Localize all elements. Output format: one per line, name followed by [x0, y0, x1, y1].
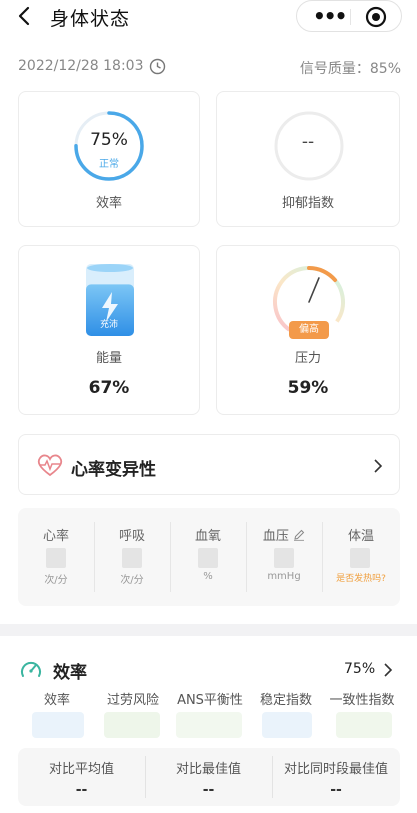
pressure-value: 59% — [287, 378, 329, 398]
blurred-value — [262, 712, 312, 738]
vital-name: 血压 — [246, 525, 322, 544]
section-divider — [0, 624, 417, 636]
compare-value: -- — [202, 782, 215, 798]
comparison-panel: 对比平均值 -- 对比最佳值 -- 对比同时段最佳值 -- — [18, 748, 400, 806]
blurred-value — [274, 548, 294, 568]
depression-card[interactable]: -- 抑郁指数 — [216, 91, 400, 227]
hrv-row[interactable]: 心率变异性 — [18, 434, 400, 495]
chevron-right-icon[interactable] — [372, 459, 384, 473]
energy-value: 67% — [88, 378, 130, 398]
page-title: 身体状态 — [50, 8, 131, 30]
capsule-divider — [350, 9, 351, 25]
nav-bar: 身体状态 ••• — [0, 0, 417, 34]
chevron-right-icon[interactable] — [383, 663, 393, 677]
energy-card[interactable]: 充沛 能量 67% — [18, 245, 200, 415]
metric-consistency-index[interactable]: 一致性指数 — [328, 689, 396, 708]
blurred-value — [104, 712, 160, 738]
vital-temperature[interactable]: 体温 是否发热吗? — [322, 508, 400, 606]
speedometer-icon — [21, 661, 41, 677]
clock-icon[interactable] — [149, 58, 166, 75]
vital-respiration[interactable]: 呼吸 次/分 — [94, 508, 170, 606]
fever-hint[interactable]: 是否发热吗? — [322, 571, 400, 584]
efficiency-status: 正常 — [99, 159, 119, 170]
vitals-panel: 心率 次/分 呼吸 次/分 血氧 % 血压 mmHg 体温 是否发热吗? — [18, 508, 400, 606]
close-target-icon[interactable] — [365, 6, 387, 28]
efficiency-section-value: 75% — [344, 661, 376, 677]
hrv-title: 心率变异性 — [71, 460, 156, 480]
blurred-value — [198, 548, 218, 568]
vital-name: 体温 — [347, 529, 374, 544]
metric-stability-index[interactable]: 稳定指数 — [258, 689, 314, 708]
metric-ans-balance[interactable]: ANS平衡性 — [176, 689, 244, 708]
pressure-card[interactable]: 偏高 压力 59% — [216, 245, 400, 415]
compare-label: 对比同时段最佳值 — [283, 762, 388, 777]
compare-same-period-best[interactable]: 对比同时段最佳值 -- — [272, 748, 400, 806]
blurred-value — [176, 712, 242, 738]
mini-program-capsule: ••• — [296, 0, 402, 32]
blurred-value — [46, 548, 66, 568]
compare-value: -- — [330, 782, 342, 798]
compare-best[interactable]: 对比最佳值 -- — [145, 748, 272, 806]
back-arrow-icon[interactable] — [14, 4, 36, 28]
blurred-value — [122, 548, 142, 568]
energy-label: 能量 — [95, 351, 122, 366]
compare-label: 对比最佳值 — [175, 762, 241, 777]
efficiency-value: 75% — [90, 130, 128, 150]
blurred-value — [336, 712, 392, 738]
vital-heart-rate[interactable]: 心率 次/分 — [18, 508, 94, 606]
vital-blood-pressure[interactable]: 血压 mmHg — [246, 508, 322, 606]
compare-value: -- — [75, 782, 88, 798]
compare-label: 对比平均值 — [48, 762, 114, 777]
edit-pencil-icon[interactable] — [293, 529, 305, 541]
efficiency-section-title: 效率 — [53, 663, 87, 683]
depression-label: 抑郁指数 — [281, 196, 334, 211]
vital-name: 血氧 — [194, 529, 221, 544]
vital-unit: % — [203, 571, 213, 582]
metric-overwork-risk[interactable]: 过劳风险 — [104, 689, 162, 708]
vital-blood-oxygen[interactable]: 血氧 % — [170, 508, 246, 606]
signal-quality: 信号质量：85% — [299, 61, 401, 77]
pressure-label: 压力 — [294, 351, 321, 366]
vital-name: 呼吸 — [118, 529, 145, 544]
vital-unit: 次/分 — [120, 575, 144, 586]
blurred-value — [32, 712, 84, 738]
compare-average[interactable]: 对比平均值 -- — [18, 748, 145, 806]
more-menu-icon[interactable]: ••• — [313, 6, 347, 26]
pressure-badge: 偏高 — [289, 321, 329, 339]
vital-name: 心率 — [42, 529, 69, 544]
vital-unit: mmHg — [267, 571, 301, 582]
efficiency-card[interactable]: 75% 正常 效率 — [18, 91, 200, 227]
blurred-value — [350, 548, 370, 568]
vital-unit: 次/分 — [44, 575, 68, 586]
depression-value: -- — [301, 132, 315, 152]
efficiency-label: 效率 — [95, 196, 122, 211]
measure-datetime: 2022/12/28 18:03 — [18, 58, 144, 74]
energy-badge: 充沛 — [99, 320, 118, 330]
heart-pulse-icon — [37, 454, 63, 477]
metric-efficiency[interactable]: 效率 — [40, 689, 74, 708]
